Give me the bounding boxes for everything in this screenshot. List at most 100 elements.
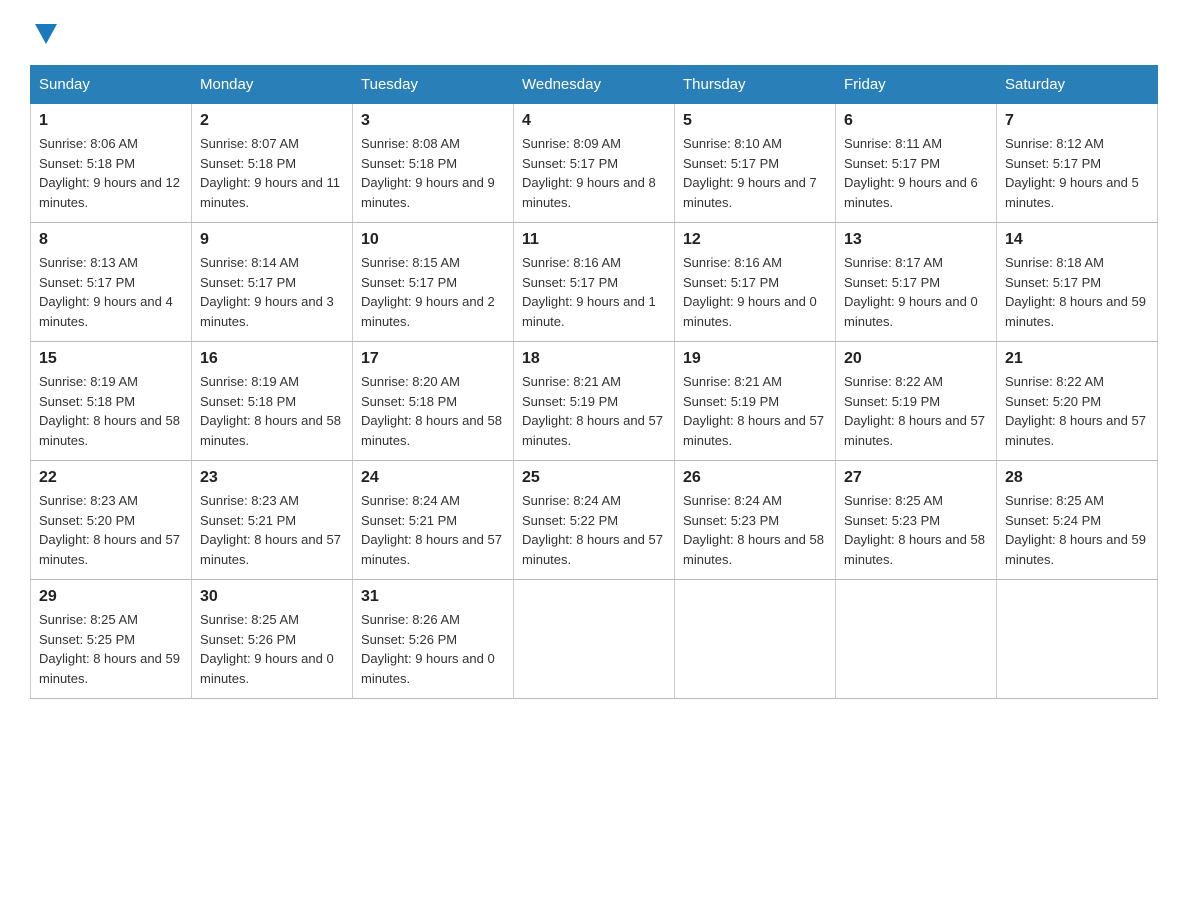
cell-info: Sunrise: 8:21 AMSunset: 5:19 PMDaylight:…: [683, 374, 824, 448]
calendar-cell: 19 Sunrise: 8:21 AMSunset: 5:19 PMDaylig…: [675, 342, 836, 461]
calendar-cell: 4 Sunrise: 8:09 AMSunset: 5:17 PMDayligh…: [514, 104, 675, 223]
calendar-cell: 10 Sunrise: 8:15 AMSunset: 5:17 PMDaylig…: [353, 223, 514, 342]
calendar-cell: [836, 580, 997, 699]
calendar-cell: 16 Sunrise: 8:19 AMSunset: 5:18 PMDaylig…: [192, 342, 353, 461]
calendar-cell: 22 Sunrise: 8:23 AMSunset: 5:20 PMDaylig…: [31, 461, 192, 580]
cell-info: Sunrise: 8:10 AMSunset: 5:17 PMDaylight:…: [683, 136, 817, 210]
cell-day-number: 25: [522, 469, 666, 487]
calendar-day-header: Saturday: [997, 66, 1158, 104]
cell-day-number: 17: [361, 350, 505, 368]
cell-day-number: 28: [1005, 469, 1149, 487]
cell-info: Sunrise: 8:15 AMSunset: 5:17 PMDaylight:…: [361, 255, 495, 329]
calendar-week-row: 15 Sunrise: 8:19 AMSunset: 5:18 PMDaylig…: [31, 342, 1158, 461]
cell-day-number: 31: [361, 588, 505, 606]
cell-info: Sunrise: 8:26 AMSunset: 5:26 PMDaylight:…: [361, 612, 495, 686]
cell-day-number: 12: [683, 231, 827, 249]
calendar-week-row: 8 Sunrise: 8:13 AMSunset: 5:17 PMDayligh…: [31, 223, 1158, 342]
cell-info: Sunrise: 8:14 AMSunset: 5:17 PMDaylight:…: [200, 255, 334, 329]
calendar-header-row: SundayMondayTuesdayWednesdayThursdayFrid…: [31, 66, 1158, 104]
calendar-week-row: 22 Sunrise: 8:23 AMSunset: 5:20 PMDaylig…: [31, 461, 1158, 580]
cell-info: Sunrise: 8:22 AMSunset: 5:20 PMDaylight:…: [1005, 374, 1146, 448]
cell-info: Sunrise: 8:11 AMSunset: 5:17 PMDaylight:…: [844, 136, 978, 210]
cell-info: Sunrise: 8:08 AMSunset: 5:18 PMDaylight:…: [361, 136, 495, 210]
cell-day-number: 6: [844, 112, 988, 130]
calendar-week-row: 29 Sunrise: 8:25 AMSunset: 5:25 PMDaylig…: [31, 580, 1158, 699]
cell-info: Sunrise: 8:24 AMSunset: 5:21 PMDaylight:…: [361, 493, 502, 567]
cell-info: Sunrise: 8:18 AMSunset: 5:17 PMDaylight:…: [1005, 255, 1146, 329]
cell-info: Sunrise: 8:12 AMSunset: 5:17 PMDaylight:…: [1005, 136, 1139, 210]
cell-info: Sunrise: 8:16 AMSunset: 5:17 PMDaylight:…: [522, 255, 656, 329]
cell-info: Sunrise: 8:24 AMSunset: 5:23 PMDaylight:…: [683, 493, 824, 567]
calendar-cell: 31 Sunrise: 8:26 AMSunset: 5:26 PMDaylig…: [353, 580, 514, 699]
cell-info: Sunrise: 8:25 AMSunset: 5:26 PMDaylight:…: [200, 612, 334, 686]
logo: [30, 20, 57, 45]
calendar-day-header: Sunday: [31, 66, 192, 104]
cell-day-number: 29: [39, 588, 183, 606]
cell-day-number: 1: [39, 112, 183, 130]
cell-day-number: 13: [844, 231, 988, 249]
cell-info: Sunrise: 8:23 AMSunset: 5:21 PMDaylight:…: [200, 493, 341, 567]
cell-info: Sunrise: 8:21 AMSunset: 5:19 PMDaylight:…: [522, 374, 663, 448]
calendar-cell: 1 Sunrise: 8:06 AMSunset: 5:18 PMDayligh…: [31, 104, 192, 223]
calendar-cell: 24 Sunrise: 8:24 AMSunset: 5:21 PMDaylig…: [353, 461, 514, 580]
cell-day-number: 27: [844, 469, 988, 487]
calendar-cell: 26 Sunrise: 8:24 AMSunset: 5:23 PMDaylig…: [675, 461, 836, 580]
cell-day-number: 22: [39, 469, 183, 487]
calendar-cell: 18 Sunrise: 8:21 AMSunset: 5:19 PMDaylig…: [514, 342, 675, 461]
calendar-cell: 30 Sunrise: 8:25 AMSunset: 5:26 PMDaylig…: [192, 580, 353, 699]
calendar-cell: 12 Sunrise: 8:16 AMSunset: 5:17 PMDaylig…: [675, 223, 836, 342]
page-header: [30, 20, 1158, 45]
cell-info: Sunrise: 8:20 AMSunset: 5:18 PMDaylight:…: [361, 374, 502, 448]
cell-info: Sunrise: 8:25 AMSunset: 5:25 PMDaylight:…: [39, 612, 180, 686]
logo-arrow-icon: [35, 24, 57, 49]
calendar-day-header: Monday: [192, 66, 353, 104]
cell-day-number: 11: [522, 231, 666, 249]
cell-info: Sunrise: 8:19 AMSunset: 5:18 PMDaylight:…: [200, 374, 341, 448]
calendar-cell: 5 Sunrise: 8:10 AMSunset: 5:17 PMDayligh…: [675, 104, 836, 223]
cell-day-number: 14: [1005, 231, 1149, 249]
cell-day-number: 18: [522, 350, 666, 368]
cell-day-number: 20: [844, 350, 988, 368]
cell-info: Sunrise: 8:25 AMSunset: 5:24 PMDaylight:…: [1005, 493, 1146, 567]
cell-day-number: 4: [522, 112, 666, 130]
calendar-cell: [997, 580, 1158, 699]
cell-day-number: 8: [39, 231, 183, 249]
calendar-cell: 27 Sunrise: 8:25 AMSunset: 5:23 PMDaylig…: [836, 461, 997, 580]
calendar-cell: [514, 580, 675, 699]
cell-day-number: 7: [1005, 112, 1149, 130]
cell-info: Sunrise: 8:24 AMSunset: 5:22 PMDaylight:…: [522, 493, 663, 567]
calendar-cell: 9 Sunrise: 8:14 AMSunset: 5:17 PMDayligh…: [192, 223, 353, 342]
calendar-cell: 28 Sunrise: 8:25 AMSunset: 5:24 PMDaylig…: [997, 461, 1158, 580]
calendar-cell: 3 Sunrise: 8:08 AMSunset: 5:18 PMDayligh…: [353, 104, 514, 223]
calendar-week-row: 1 Sunrise: 8:06 AMSunset: 5:18 PMDayligh…: [31, 104, 1158, 223]
cell-day-number: 26: [683, 469, 827, 487]
calendar-cell: [675, 580, 836, 699]
cell-day-number: 19: [683, 350, 827, 368]
cell-day-number: 2: [200, 112, 344, 130]
cell-info: Sunrise: 8:25 AMSunset: 5:23 PMDaylight:…: [844, 493, 985, 567]
calendar-day-header: Thursday: [675, 66, 836, 104]
cell-info: Sunrise: 8:09 AMSunset: 5:17 PMDaylight:…: [522, 136, 656, 210]
cell-day-number: 24: [361, 469, 505, 487]
calendar-cell: 13 Sunrise: 8:17 AMSunset: 5:17 PMDaylig…: [836, 223, 997, 342]
calendar-table: SundayMondayTuesdayWednesdayThursdayFrid…: [30, 65, 1158, 699]
calendar-cell: 14 Sunrise: 8:18 AMSunset: 5:17 PMDaylig…: [997, 223, 1158, 342]
calendar-day-header: Friday: [836, 66, 997, 104]
cell-day-number: 23: [200, 469, 344, 487]
cell-info: Sunrise: 8:13 AMSunset: 5:17 PMDaylight:…: [39, 255, 173, 329]
cell-day-number: 10: [361, 231, 505, 249]
cell-info: Sunrise: 8:16 AMSunset: 5:17 PMDaylight:…: [683, 255, 817, 329]
calendar-cell: 2 Sunrise: 8:07 AMSunset: 5:18 PMDayligh…: [192, 104, 353, 223]
calendar-cell: 11 Sunrise: 8:16 AMSunset: 5:17 PMDaylig…: [514, 223, 675, 342]
calendar-cell: 6 Sunrise: 8:11 AMSunset: 5:17 PMDayligh…: [836, 104, 997, 223]
cell-info: Sunrise: 8:23 AMSunset: 5:20 PMDaylight:…: [39, 493, 180, 567]
calendar-cell: 8 Sunrise: 8:13 AMSunset: 5:17 PMDayligh…: [31, 223, 192, 342]
cell-day-number: 3: [361, 112, 505, 130]
cell-day-number: 9: [200, 231, 344, 249]
cell-info: Sunrise: 8:06 AMSunset: 5:18 PMDaylight:…: [39, 136, 180, 210]
cell-day-number: 30: [200, 588, 344, 606]
cell-info: Sunrise: 8:17 AMSunset: 5:17 PMDaylight:…: [844, 255, 978, 329]
cell-day-number: 21: [1005, 350, 1149, 368]
calendar-cell: 7 Sunrise: 8:12 AMSunset: 5:17 PMDayligh…: [997, 104, 1158, 223]
calendar-day-header: Wednesday: [514, 66, 675, 104]
